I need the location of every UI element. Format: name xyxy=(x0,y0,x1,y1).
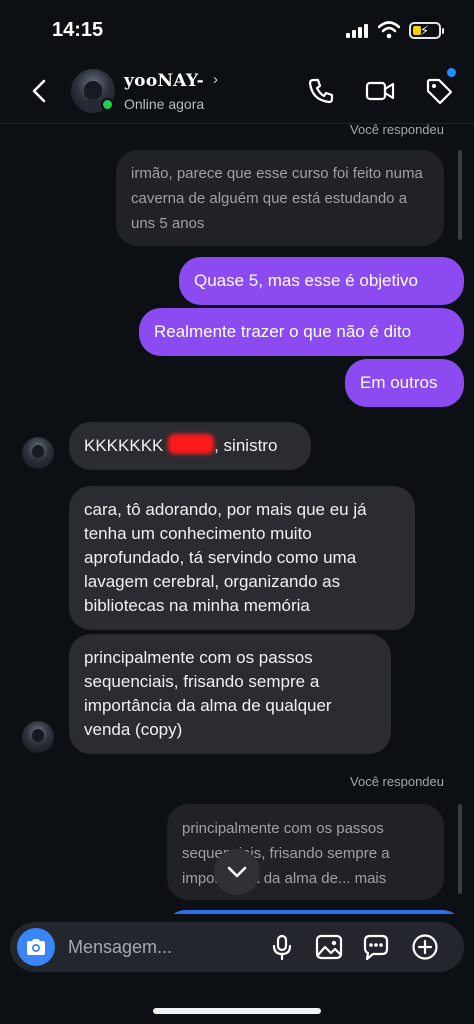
outgoing-message-partial[interactable] xyxy=(164,910,464,914)
incoming-message[interactable]: cara, tô adorando, por mais que eu já te… xyxy=(69,486,415,630)
wifi-icon xyxy=(378,21,400,39)
outgoing-message[interactable]: Realmente trazer o que não é dito xyxy=(139,308,464,356)
quoted-message-text: irmão, parece que esse curso foi feito n… xyxy=(131,165,423,232)
sender-avatar[interactable] xyxy=(22,437,54,469)
status-time: 14:15 xyxy=(52,19,104,41)
message-text: , sinistro xyxy=(214,436,278,455)
incoming-message[interactable]: principalmente com os passos sequenciais… xyxy=(69,634,391,754)
camera-button[interactable] xyxy=(17,928,55,966)
chevron-right-icon[interactable]: › xyxy=(213,71,218,88)
status-bar: 14:15 ⚡ xyxy=(0,0,474,60)
back-icon[interactable] xyxy=(28,76,52,106)
chevron-down-icon xyxy=(227,866,247,878)
message-text: Quase 5, mas esse é objetivo xyxy=(194,271,418,290)
notification-dot xyxy=(447,68,456,77)
quoted-message[interactable]: principalmente com os passos sequenciais… xyxy=(167,804,444,900)
sender-avatar[interactable] xyxy=(22,721,54,753)
plus-circle-icon[interactable] xyxy=(411,933,439,961)
message-text: KKKKKKK xyxy=(84,436,169,455)
reply-label: Você respondeu xyxy=(350,774,444,789)
gallery-icon[interactable] xyxy=(315,933,343,961)
reply-quote-bar xyxy=(458,150,462,240)
contact-status: Online agora xyxy=(124,96,205,112)
quoted-message-text: principalmente com os passos sequenciais… xyxy=(182,820,390,887)
scroll-down-button[interactable] xyxy=(214,849,260,895)
cellular-signal-icon xyxy=(346,24,370,38)
camera-icon xyxy=(27,939,45,955)
outgoing-message[interactable]: Quase 5, mas esse é objetivo xyxy=(179,257,464,305)
home-indicator[interactable] xyxy=(153,1008,321,1014)
quoted-message[interactable]: irmão, parece que esse curso foi feito n… xyxy=(116,150,444,246)
message-input[interactable] xyxy=(68,935,258,959)
tag-icon[interactable] xyxy=(424,76,454,106)
contact-name[interactable]: yooNAY- xyxy=(124,71,204,91)
reply-label: Você respondeu xyxy=(350,124,444,137)
message-text: Em outros xyxy=(360,373,438,392)
message-text: Realmente trazer o que não é dito xyxy=(154,322,412,341)
online-status-dot xyxy=(101,98,114,111)
video-camera-icon[interactable] xyxy=(365,76,395,106)
phone-icon[interactable] xyxy=(306,76,336,106)
microphone-icon[interactable] xyxy=(268,933,296,961)
sticker-icon[interactable] xyxy=(362,933,390,961)
chat-header: yooNAY- › Online agora xyxy=(0,60,474,124)
battery-icon: ⚡ xyxy=(409,22,444,39)
message-composer xyxy=(10,922,464,972)
message-text: principalmente com os passos sequenciais… xyxy=(84,648,332,739)
message-thread[interactable]: Você respondeu irmão, parece que esse cu… xyxy=(0,124,474,914)
message-text: cara, tô adorando, por mais que eu já te… xyxy=(84,500,367,615)
outgoing-message[interactable]: Em outros xyxy=(345,359,464,407)
incoming-message[interactable]: KKKKKKK porra, sinistro xyxy=(69,422,311,470)
redacted-word: porra xyxy=(168,434,215,454)
reply-quote-bar xyxy=(458,804,462,894)
